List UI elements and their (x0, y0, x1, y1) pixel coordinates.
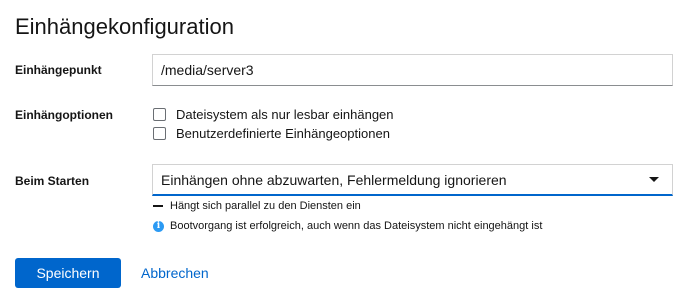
at-boot-select[interactable]: Einhängen ohne abzuwarten, Fehlermeldung… (152, 164, 673, 196)
mount-configuration-dialog: Einhängekonfiguration Einhängepunkt /med… (0, 0, 690, 305)
at-boot-select-value: Einhängen ohne abzuwarten, Fehlermeldung… (161, 172, 507, 188)
custom-options-checkbox-label: Benutzerdefinierte Einhängeoptionen (176, 126, 390, 141)
custom-options-checkbox-row[interactable]: Benutzerdefinierte Einhängeoptionen (153, 126, 390, 141)
boot-helper-info-text: Bootvorgang ist erfolgreich, auch wenn d… (170, 220, 543, 232)
cancel-button[interactable]: Abbrechen (141, 258, 209, 288)
boot-helper-parallel: Hängt sich parallel zu den Diensten ein (153, 200, 361, 212)
dash-icon (153, 205, 163, 207)
mount-point-label: Einhängepunkt (15, 63, 102, 77)
readonly-checkbox[interactable] (153, 108, 166, 121)
boot-helper-info: i Bootvorgang ist erfolgreich, auch wenn… (153, 220, 542, 232)
readonly-checkbox-row[interactable]: Dateisystem als nur lesbar einhängen (153, 107, 394, 122)
save-button[interactable]: Speichern (15, 258, 121, 288)
mount-options-label: Einhängoptionen (15, 108, 113, 122)
info-icon: i (153, 220, 164, 232)
mount-point-input[interactable]: /media/server3 (152, 54, 673, 86)
readonly-checkbox-label: Dateisystem als nur lesbar einhängen (176, 107, 394, 122)
custom-options-checkbox[interactable] (153, 127, 166, 140)
at-boot-label: Beim Starten (15, 174, 90, 188)
caret-down-icon (649, 177, 659, 182)
dialog-title: Einhängekonfiguration (15, 14, 234, 39)
boot-helper-parallel-text: Hängt sich parallel zu den Diensten ein (170, 200, 361, 212)
